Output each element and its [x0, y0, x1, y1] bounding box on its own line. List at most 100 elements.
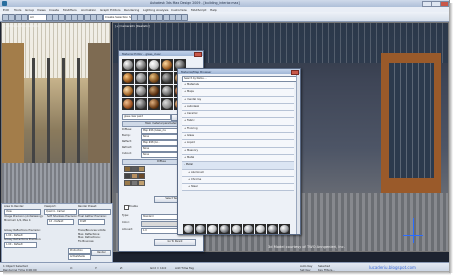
category-item[interactable]: + Materials [182, 82, 294, 90]
close-icon[interactable] [194, 51, 202, 58]
sample-slot[interactable] [122, 59, 134, 71]
material-swatch[interactable]: Alum [279, 224, 290, 234]
map-thumbnail[interactable] [131, 180, 138, 186]
material-swatch-sphere [220, 225, 229, 233]
material-swatch[interactable]: Alum [195, 224, 206, 234]
quick-render-icon[interactable] [181, 13, 188, 21]
named-selection-dropdown[interactable]: Create Selection Set [103, 13, 132, 21]
map-thumbnail[interactable] [124, 173, 131, 179]
frame-shadow [449, 3, 453, 273]
selection-filter-dropdown[interactable]: All [28, 13, 47, 21]
amount-label: Amount: [122, 228, 134, 231]
material-swatch[interactable]: Alum [183, 224, 194, 234]
sample-slot[interactable] [135, 98, 147, 110]
browser-title-bar[interactable]: Material/Map Browser [178, 69, 300, 76]
atrium-column [32, 58, 35, 168]
material-swatch[interactable]: Alum [219, 224, 230, 234]
sample-slot[interactable] [148, 85, 160, 97]
category-item[interactable]: + Liquid [182, 140, 294, 148]
area-dropdown[interactable]: View [4, 208, 41, 215]
material-swatch[interactable]: Alum [243, 224, 254, 236]
app-logo-icon[interactable] [2, 1, 7, 6]
sample-slot[interactable] [161, 98, 173, 110]
material-browser-dialog: Material/Map Browser Search by Name ... … [177, 68, 301, 235]
viewport-dropdown[interactable]: Quad 4 - Camer [44, 208, 77, 215]
align-icon[interactable] [137, 13, 144, 21]
viewport-label[interactable]: [+] Camera01 [Realistic] [115, 24, 150, 28]
subcategory-item[interactable]: + Aluminum [182, 169, 294, 177]
sample-slot[interactable] [122, 72, 134, 84]
blog-watermark: lucaderiu.blogspot.com [369, 265, 416, 270]
perspective-viewport[interactable]: [+] Perspective [Realistic] [1, 22, 111, 204]
material-swatch-label: Alum [267, 235, 278, 236]
material-swatch[interactable]: Alum [231, 224, 242, 234]
final-gather-dropdown[interactable]: Draft [78, 218, 105, 225]
atrium-column [77, 58, 80, 168]
map-thumbnail[interactable] [131, 166, 138, 172]
category-item[interactable]: + mental ray [182, 96, 294, 104]
sample-slot[interactable] [122, 85, 134, 97]
material-swatch[interactable]: Alum [267, 224, 278, 236]
soft-shadows-dropdown[interactable]: 1X - Default [47, 218, 74, 225]
render-preset-dropdown[interactable] [78, 208, 111, 215]
sample-slot[interactable] [161, 59, 173, 71]
category-item[interactable]: + Autodesk [182, 103, 294, 112]
category-item[interactable]: + Masonry [182, 147, 294, 155]
window-grid-right [389, 63, 434, 178]
rectangle-selection-icon[interactable] [58, 13, 65, 21]
sample-slot[interactable] [161, 72, 173, 84]
glossy-refractions-dropdown[interactable]: 1.0X - Default [4, 241, 37, 248]
sample-slot[interactable] [148, 72, 160, 84]
render-button[interactable]: Render [91, 250, 111, 256]
scale-icon[interactable] [77, 13, 84, 21]
frame-shadow [3, 271, 451, 275]
go-to-parent-button[interactable]: Go To Parent [154, 239, 196, 246]
browser-scrollbar[interactable] [296, 75, 300, 234]
activeshade-option[interactable]: ActiveShade [68, 254, 91, 260]
material-swatch-sphere [268, 225, 277, 233]
atrium-wall-left [2, 43, 24, 173]
sample-slot[interactable] [148, 98, 160, 110]
material-swatch-sphere [196, 225, 205, 233]
redo-icon[interactable] [8, 13, 15, 21]
subcategory-item[interactable]: + Chrome [182, 176, 294, 185]
atrium-column [62, 58, 65, 168]
type-label: Type: [122, 214, 129, 217]
sample-slot[interactable] [135, 59, 147, 71]
map-thumbnail[interactable] [124, 166, 131, 172]
map-thumbnail[interactable] [124, 180, 131, 186]
category-item[interactable]: + Fabric [182, 118, 294, 126]
material-editor-title-bar[interactable]: Material Editor - glass_clear [119, 51, 203, 58]
category-item[interactable]: + Ceramic [182, 111, 294, 119]
material-swatch-sphere [184, 225, 193, 233]
material-name-field[interactable]: glass clear paint [122, 114, 171, 120]
material-swatch[interactable]: Alum [255, 224, 266, 234]
map-thumbnail[interactable] [138, 173, 145, 179]
material-swatch[interactable]: Alum [207, 224, 218, 234]
subcategory-item[interactable]: + Steel [182, 184, 294, 192]
map-thumbnail[interactable] [138, 180, 145, 186]
material-swatch-label: Alum [243, 235, 254, 236]
category-item[interactable]: + Flooring [182, 125, 294, 134]
viewport-label[interactable]: [+] Perspective [Realistic] [4, 24, 40, 28]
material-swatch-sphere [208, 225, 217, 233]
schematic-view-icon[interactable] [156, 13, 163, 21]
unlink-icon[interactable] [21, 13, 28, 21]
category-item[interactable]: + Metal [182, 154, 294, 163]
browser-category-list: + Materials + Maps + mental ray + Autode… [182, 82, 294, 192]
map-thumbnail[interactable] [138, 166, 145, 172]
sample-slot[interactable] [135, 85, 147, 97]
category-item[interactable]: + Glass [182, 133, 294, 141]
sample-slot[interactable] [148, 59, 160, 71]
sample-slot[interactable] [122, 98, 134, 110]
category-item[interactable]: + Maps [182, 89, 294, 97]
material-swatch-sphere [256, 225, 265, 233]
sample-slot[interactable] [135, 72, 147, 84]
min-max-label: Minimum 1/4, Max 4 [4, 218, 31, 222]
cutout-label: Cutout: [122, 152, 132, 155]
percent-snap-icon[interactable] [96, 13, 103, 21]
sample-slot[interactable] [161, 85, 173, 97]
map-thumbnail[interactable] [131, 173, 138, 179]
category-item-open[interactable]: - Metal [182, 162, 294, 170]
add-time-tag[interactable]: Add Time Tag [175, 266, 194, 270]
